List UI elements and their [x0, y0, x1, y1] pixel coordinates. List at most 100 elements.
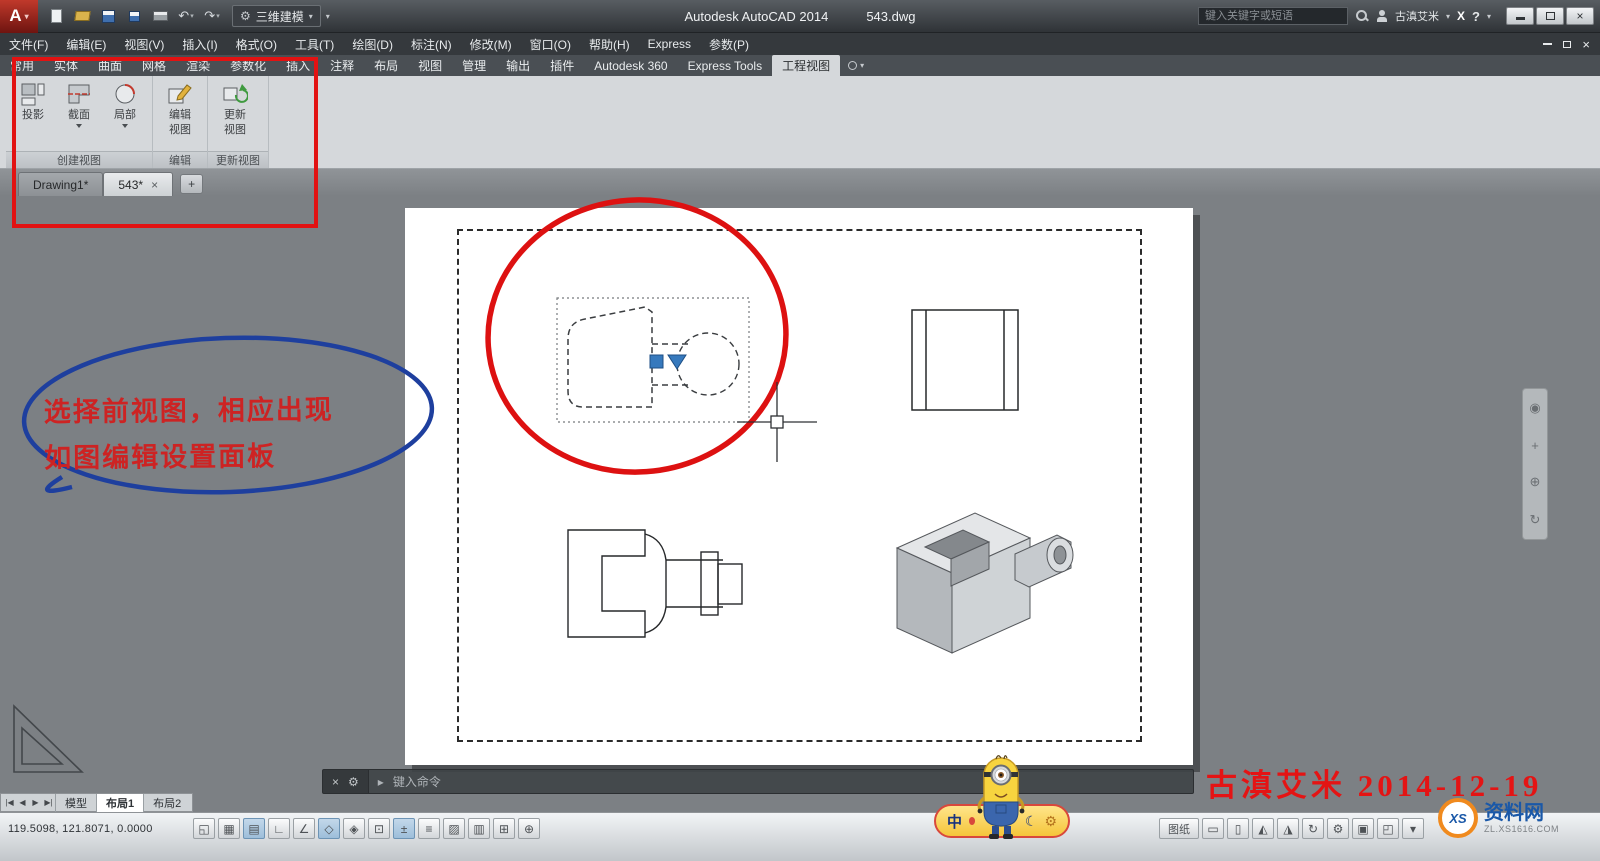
paper-sheet[interactable]: [405, 208, 1193, 765]
doc-restore-button[interactable]: [1563, 41, 1571, 48]
new-button[interactable]: [44, 5, 68, 27]
layout-next-button[interactable]: ▶: [29, 798, 42, 807]
snap-toggle[interactable]: ▦: [218, 818, 240, 839]
projection-view-button[interactable]: 投影: [11, 81, 55, 122]
toolbar-lock-button[interactable]: ▣: [1352, 818, 1374, 839]
save-button[interactable]: [96, 5, 120, 27]
menu-draw[interactable]: 绘图(D): [343, 33, 402, 55]
annotation-visibility-button[interactable]: ◮: [1277, 818, 1299, 839]
lineweight-toggle[interactable]: ≡: [418, 818, 440, 839]
tab-model[interactable]: 模型: [55, 794, 96, 812]
grid-toggle[interactable]: ▤: [243, 818, 265, 839]
tab-parametric[interactable]: 参数化: [220, 55, 276, 76]
menu-format[interactable]: 格式(O): [227, 33, 286, 55]
file-tab-543[interactable]: 543* ×: [103, 172, 173, 196]
annotation-monitor-toggle[interactable]: ⊕: [518, 818, 540, 839]
file-tab-drawing1[interactable]: Drawing1*: [18, 172, 103, 196]
command-prompt[interactable]: ▸ 键入命令: [369, 773, 441, 790]
tab-render[interactable]: 渲染: [176, 55, 220, 76]
paper-model-toggle[interactable]: 图纸: [1159, 818, 1199, 839]
annotation-autoscale-button[interactable]: ↻: [1302, 818, 1324, 839]
plot-button[interactable]: [148, 5, 172, 27]
tab-layout[interactable]: 布局: [364, 55, 408, 76]
help-icon[interactable]: ?: [1472, 9, 1480, 24]
tab-output[interactable]: 输出: [496, 55, 540, 76]
osnap-3d-toggle[interactable]: ◈: [343, 818, 365, 839]
tab-mesh[interactable]: 网格: [132, 55, 176, 76]
zoom-icon[interactable]: ⊕: [1530, 474, 1541, 490]
ribbon-minimize-button[interactable]: ▾: [840, 55, 872, 76]
pan-icon[interactable]: +: [1531, 438, 1539, 453]
open-button[interactable]: [70, 5, 94, 27]
redo-button[interactable]: ↷▾: [200, 5, 224, 27]
orbit-icon[interactable]: ↻: [1530, 512, 1541, 528]
tab-autodesk360[interactable]: Autodesk 360: [584, 55, 677, 76]
infer-constraints-toggle[interactable]: ◱: [193, 818, 215, 839]
doc-minimize-button[interactable]: [1543, 43, 1552, 45]
view-scale-grip-triangle[interactable]: [668, 355, 686, 369]
tab-plugins[interactable]: 插件: [540, 55, 584, 76]
command-close-icon[interactable]: ×: [332, 775, 339, 789]
side-view[interactable]: [568, 530, 742, 637]
menu-view[interactable]: 视图(V): [115, 33, 173, 55]
workspace-switch-button[interactable]: ⚙: [1327, 818, 1349, 839]
menu-parameters[interactable]: 参数(P): [700, 33, 758, 55]
selection-cycling-toggle[interactable]: ⊞: [493, 818, 515, 839]
quick-view-drawings-button[interactable]: ▯: [1227, 818, 1249, 839]
new-drawing-tab-button[interactable]: +: [180, 174, 203, 194]
qat-customize-button[interactable]: ▾: [326, 12, 330, 21]
dynamic-input-toggle[interactable]: ±: [393, 818, 415, 839]
doc-close-button[interactable]: ×: [1582, 38, 1590, 51]
menu-window[interactable]: 窗口(O): [521, 33, 580, 55]
isometric-view[interactable]: [897, 513, 1073, 653]
menu-dimension[interactable]: 标注(N): [402, 33, 461, 55]
ducs-toggle[interactable]: ⊡: [368, 818, 390, 839]
menu-help[interactable]: 帮助(H): [580, 33, 639, 55]
close-button[interactable]: ×: [1566, 7, 1594, 25]
tab-annotate[interactable]: 注释: [320, 55, 364, 76]
tab-manage[interactable]: 管理: [452, 55, 496, 76]
view-grip-square[interactable]: [650, 355, 663, 368]
osnap-toggle[interactable]: ◇: [318, 818, 340, 839]
transparency-toggle[interactable]: ▨: [443, 818, 465, 839]
ime-mode-label[interactable]: 中: [947, 811, 962, 832]
menu-insert[interactable]: 插入(I): [173, 33, 226, 55]
tab-home[interactable]: 常用: [0, 55, 44, 76]
maximize-button[interactable]: [1536, 7, 1564, 25]
file-tab-close-icon[interactable]: ×: [151, 179, 158, 191]
menu-edit[interactable]: 编辑(E): [57, 33, 115, 55]
menu-express[interactable]: Express: [639, 33, 700, 55]
menu-modify[interactable]: 修改(M): [461, 33, 521, 55]
clean-screen-button[interactable]: ◰: [1377, 818, 1399, 839]
app-menu-button[interactable]: A ▾: [0, 0, 38, 33]
front-view-selected[interactable]: [557, 298, 749, 422]
update-view-button[interactable]: 更新 视图: [213, 81, 257, 137]
minimize-button[interactable]: [1506, 7, 1534, 25]
tab-surface[interactable]: 曲面: [88, 55, 132, 76]
user-caret-icon[interactable]: ▾: [1446, 12, 1450, 21]
tab-solid[interactable]: 实体: [44, 55, 88, 76]
status-tray-button[interactable]: ▾: [1402, 818, 1424, 839]
polar-toggle[interactable]: ∠: [293, 818, 315, 839]
detail-view-button[interactable]: 局部: [103, 81, 147, 128]
tab-insert[interactable]: 插入: [276, 55, 320, 76]
section-view-button[interactable]: 截面: [57, 81, 101, 128]
workspace-switcher[interactable]: ⚙ 三维建模 ▾: [232, 5, 321, 27]
top-view[interactable]: [912, 310, 1018, 410]
undo-button[interactable]: ↶▾: [174, 5, 198, 27]
menu-file[interactable]: 文件(F): [0, 33, 57, 55]
save-as-button[interactable]: [122, 5, 146, 27]
help-caret-icon[interactable]: ▾: [1487, 12, 1491, 21]
layout-first-button[interactable]: |◀: [3, 798, 16, 807]
ortho-toggle[interactable]: ∟: [268, 818, 290, 839]
exchange-apps-icon[interactable]: X: [1457, 9, 1465, 23]
tab-layout2[interactable]: 布局2: [143, 794, 190, 812]
signin-user-label[interactable]: 古滇艾米: [1395, 8, 1439, 24]
search-input[interactable]: [1198, 7, 1348, 25]
tab-engineering-views[interactable]: 工程视图: [772, 55, 840, 76]
edit-view-button[interactable]: 编辑 视图: [158, 81, 202, 137]
drawing-area[interactable]: ◉ + ⊕ ↻ × ⚙ ▸ 键入命令 |◀ ◀ ▶ ▶| 模型 布局1 布局2: [0, 196, 1600, 812]
tab-layout1[interactable]: 布局1: [96, 794, 143, 812]
annotation-scale-button[interactable]: ◭: [1252, 818, 1274, 839]
search-icon[interactable]: [1355, 9, 1369, 23]
